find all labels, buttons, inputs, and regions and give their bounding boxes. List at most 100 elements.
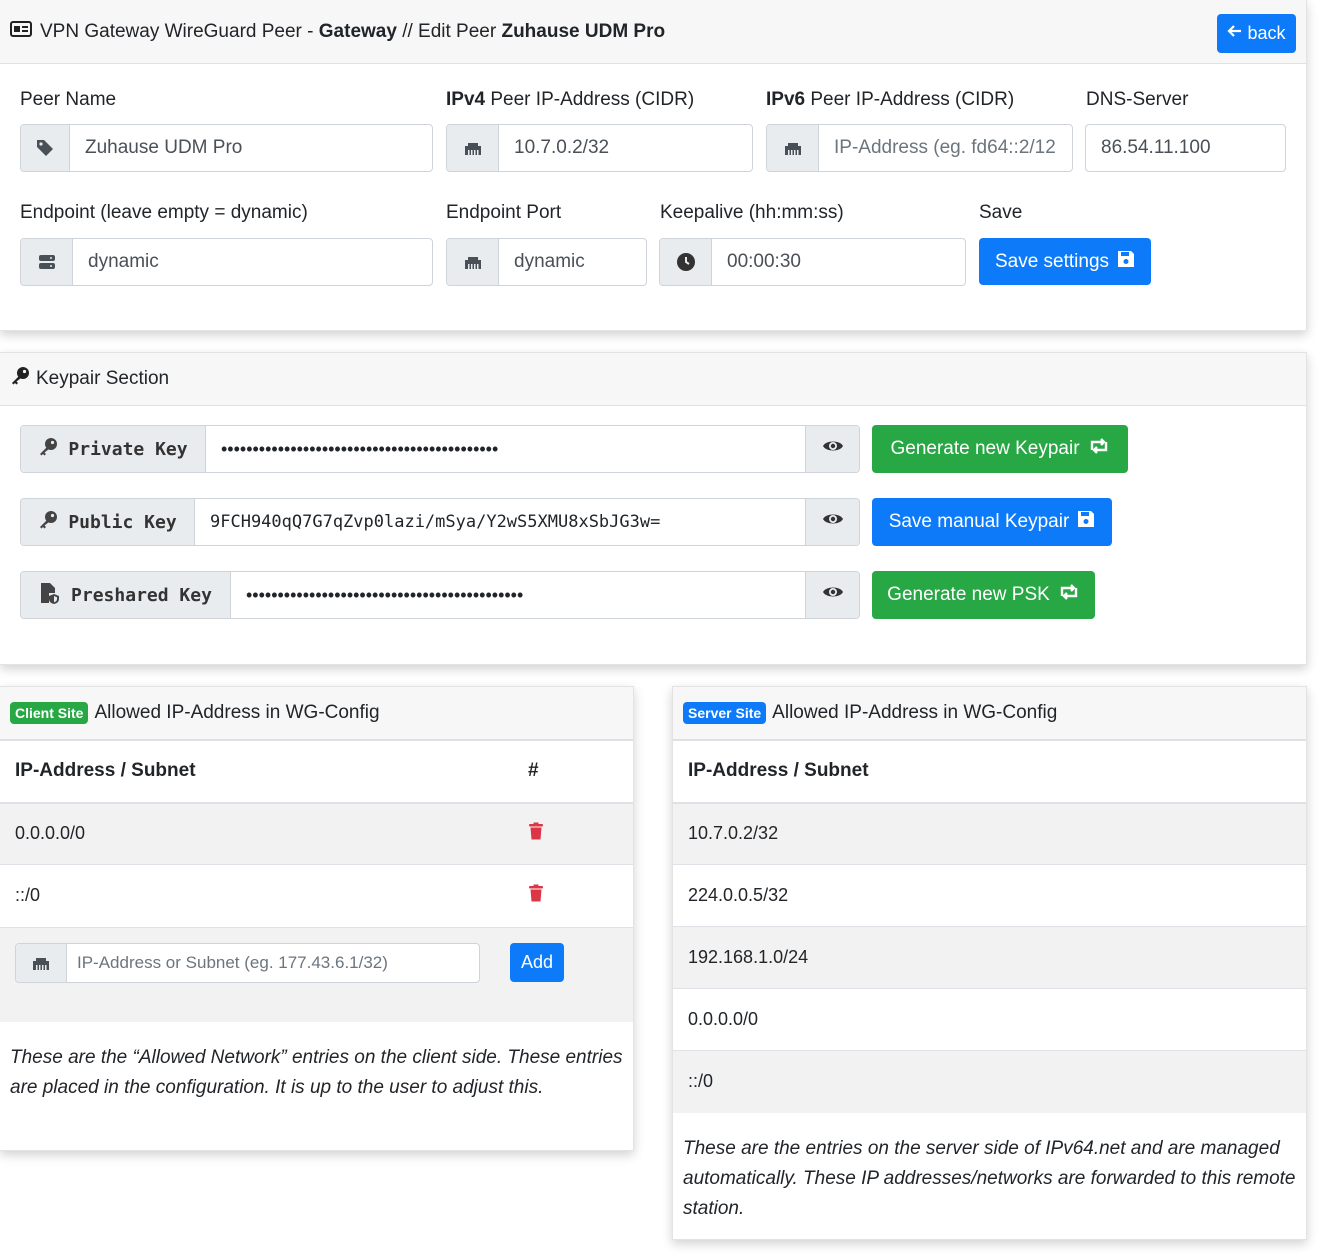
refresh-icon bbox=[1088, 438, 1110, 460]
endpoint-port-input[interactable]: dynamic bbox=[499, 239, 646, 285]
table-row: 224.0.0.5/32 bbox=[673, 864, 1306, 927]
keypair-header: Keypair Section bbox=[0, 353, 1306, 406]
dns-field[interactable]: 86.54.11.100 bbox=[1085, 124, 1286, 172]
delete-button[interactable] bbox=[513, 864, 633, 927]
title-prefix: VPN Gateway WireGuard Peer - bbox=[40, 20, 319, 42]
col-action: # bbox=[513, 740, 633, 804]
delete-button[interactable] bbox=[513, 802, 633, 865]
private-key-prefix: Private Key bbox=[21, 426, 206, 472]
arrow-left-icon bbox=[1227, 23, 1243, 44]
client-site-note: These are the “Allowed Network” entries … bbox=[10, 1046, 623, 1098]
keepalive-field[interactable]: 00:00:30 bbox=[659, 238, 966, 286]
ethernet-icon bbox=[16, 943, 67, 982]
client-site-card: Client Site Allowed IP-Address in WG-Con… bbox=[0, 686, 634, 1151]
file-shield-icon bbox=[39, 582, 61, 609]
endpoint-port-label: Endpoint Port bbox=[446, 202, 562, 223]
ethernet-icon bbox=[767, 125, 819, 171]
peer-name-label: Peer Name bbox=[20, 89, 117, 110]
generate-psk-label: Generate new PSK bbox=[887, 584, 1050, 605]
preshared-key-label: Preshared Key bbox=[71, 584, 212, 606]
add-ip-field[interactable]: IP-Address or Subnet (eg. 177.43.6.1/32) bbox=[15, 942, 480, 983]
keepalive-input[interactable]: 00:00:30 bbox=[712, 239, 965, 285]
generate-keypair-button[interactable]: Generate new Keypair bbox=[872, 425, 1128, 473]
ipv4-field[interactable]: 10.7.0.2/32 bbox=[446, 124, 753, 172]
ipv4-input[interactable]: 10.7.0.2/32 bbox=[499, 125, 752, 171]
eye-icon bbox=[822, 438, 844, 460]
client-site-title: Allowed IP-Address in WG-Config bbox=[94, 702, 380, 723]
ipv6-input[interactable]: IP-Address (eg. fd64::2/12 bbox=[819, 125, 1072, 171]
add-row: IP-Address or Subnet (eg. 177.43.6.1/32)… bbox=[0, 926, 633, 1022]
ipv4-label: IPv4 Peer IP-Address (CIDR) bbox=[446, 89, 695, 110]
ip-cell: 10.7.0.2/32 bbox=[673, 802, 1306, 865]
back-button[interactable]: back bbox=[1217, 14, 1296, 53]
title-peer-name: Zuhause UDM Pro bbox=[501, 20, 666, 42]
public-key-field[interactable]: Public Key 9FCH940qQ7G7qZvp0lazi/mSya/Y2… bbox=[20, 498, 860, 546]
toggle-private-key-visibility[interactable] bbox=[805, 426, 859, 472]
generate-psk-button[interactable]: Generate new PSK bbox=[872, 571, 1095, 619]
dns-input[interactable]: 86.54.11.100 bbox=[1086, 125, 1285, 171]
server-site-note: These are the entries on the server side… bbox=[683, 1137, 1296, 1219]
toggle-preshared-key-visibility[interactable] bbox=[805, 572, 859, 618]
client-site-header: Client Site Allowed IP-Address in WG-Con… bbox=[0, 687, 633, 740]
table-row: 0.0.0.0/0 bbox=[0, 802, 633, 865]
save-settings-label: Save settings bbox=[994, 250, 1110, 272]
client-site-badge: Client Site bbox=[10, 702, 89, 724]
trash-icon[interactable] bbox=[528, 822, 544, 844]
dns-label: DNS-Server bbox=[1086, 89, 1189, 110]
table-row: 0.0.0.0/0 bbox=[673, 988, 1306, 1051]
ipv6-field[interactable]: IP-Address (eg. fd64::2/12 bbox=[766, 124, 1073, 172]
ip-cell: ::/0 bbox=[673, 1050, 1306, 1113]
save-manual-keypair-label: Save manual Keypair bbox=[888, 511, 1070, 532]
ip-cell: ::/0 bbox=[0, 864, 513, 927]
ip-cell: 192.168.1.0/24 bbox=[673, 926, 1306, 989]
peer-settings-header: VPN Gateway WireGuard Peer - Gateway // … bbox=[0, 0, 1306, 64]
public-key-label: Public Key bbox=[68, 511, 177, 533]
ip-cell: 0.0.0.0/0 bbox=[0, 802, 513, 865]
back-label: back bbox=[1247, 23, 1286, 43]
trash-icon[interactable] bbox=[528, 884, 544, 906]
public-key-prefix: Public Key bbox=[21, 499, 195, 545]
peer-settings-card: VPN Gateway WireGuard Peer - Gateway // … bbox=[0, 0, 1307, 331]
public-key-input[interactable]: 9FCH940qQ7G7qZvp0lazi/mSya/Y2wS5XMU8xSbJ… bbox=[195, 499, 805, 545]
server-site-card: Server Site Allowed IP-Address in WG-Con… bbox=[672, 686, 1307, 1240]
title-gateway: Gateway bbox=[318, 20, 397, 42]
clock-icon bbox=[660, 239, 712, 285]
peer-name-field[interactable]: Zuhause UDM Pro bbox=[20, 124, 433, 172]
table-row: 192.168.1.0/24 bbox=[673, 926, 1306, 989]
table-row: ::/0 bbox=[673, 1050, 1306, 1113]
peer-name-input[interactable]: Zuhause UDM Pro bbox=[70, 125, 432, 171]
ip-cell: 224.0.0.5/32 bbox=[673, 864, 1306, 927]
eye-icon bbox=[822, 511, 844, 533]
preshared-key-input[interactable]: ••••••••••••••••••••••••••••••••••••••••… bbox=[231, 572, 805, 618]
preshared-key-field[interactable]: Preshared Key ••••••••••••••••••••••••••… bbox=[20, 571, 860, 619]
add-button[interactable]: Add bbox=[510, 942, 564, 982]
key-icon bbox=[38, 510, 58, 535]
ip-cell: 0.0.0.0/0 bbox=[673, 988, 1306, 1051]
endpoint-port-field[interactable]: dynamic bbox=[446, 238, 647, 286]
table-row: ::/0 bbox=[0, 864, 633, 927]
ethernet-icon bbox=[447, 239, 499, 285]
server-icon bbox=[21, 239, 73, 285]
add-ip-input[interactable]: IP-Address or Subnet (eg. 177.43.6.1/32) bbox=[67, 944, 479, 982]
keypair-card: Keypair Section Private Key ••••••••••••… bbox=[0, 352, 1307, 665]
save-label: Save bbox=[979, 202, 1023, 223]
private-key-input[interactable]: ••••••••••••••••••••••••••••••••••••••••… bbox=[206, 426, 805, 472]
endpoint-field[interactable]: dynamic bbox=[20, 238, 433, 286]
page-title: VPN Gateway WireGuard Peer - Gateway // … bbox=[10, 20, 665, 44]
ipv6-label: IPv6 Peer IP-Address (CIDR) bbox=[766, 89, 1015, 110]
generate-keypair-label: Generate new Keypair bbox=[890, 438, 1080, 459]
save-settings-button[interactable]: Save settings bbox=[979, 238, 1151, 285]
keypair-title: Keypair Section bbox=[36, 368, 170, 389]
toggle-public-key-visibility[interactable] bbox=[805, 499, 859, 545]
col-ip-subnet: IP-Address / Subnet bbox=[673, 740, 1306, 804]
server-site-title: Allowed IP-Address in WG-Config bbox=[772, 702, 1058, 723]
keepalive-label: Keepalive (hh:mm:ss) bbox=[660, 202, 844, 223]
private-key-field[interactable]: Private Key ••••••••••••••••••••••••••••… bbox=[20, 425, 860, 473]
preshared-key-prefix: Preshared Key bbox=[21, 572, 231, 618]
key-icon bbox=[38, 437, 58, 462]
title-middle: // Edit Peer bbox=[396, 20, 502, 42]
endpoint-input[interactable]: dynamic bbox=[73, 239, 432, 285]
floppy-disk-icon bbox=[1117, 250, 1135, 274]
ethernet-icon bbox=[447, 125, 499, 171]
save-manual-keypair-button[interactable]: Save manual Keypair bbox=[872, 498, 1112, 546]
